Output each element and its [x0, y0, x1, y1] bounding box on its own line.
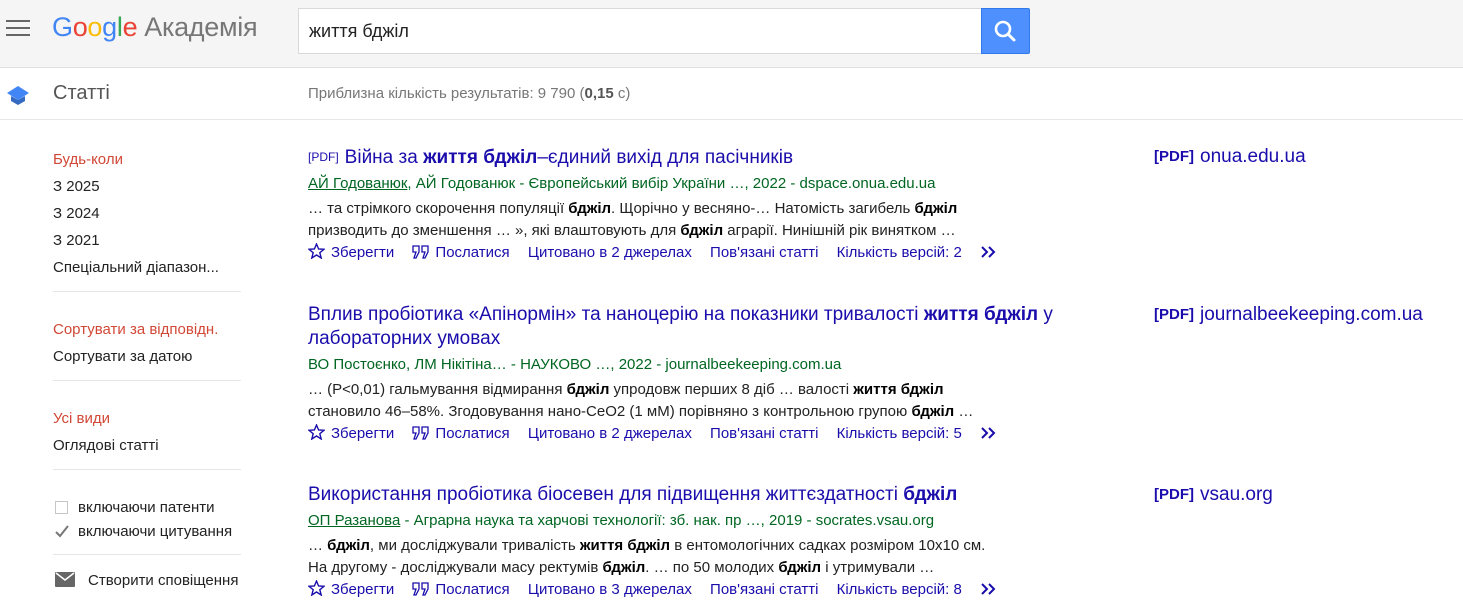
menu-icon[interactable]	[6, 20, 30, 38]
include-patents-checkbox[interactable]: включаючи патенти	[53, 498, 241, 518]
include-citations-label: включаючи цитування	[78, 523, 233, 540]
result-actions: Зберегти Послатися Цитовано в 2 джерелах…	[307, 242, 1053, 263]
search-result: [PDF] Війна за життя бджіл–єдиний вихід д…	[307, 145, 1053, 263]
pdf-tag: [PDF]	[308, 150, 339, 164]
related-articles-link[interactable]: Пов'язані статті	[710, 244, 818, 261]
result-snippet: … бджіл, ми досліджували тривалість житт…	[308, 537, 986, 576]
logo-subtitle: Академія	[144, 12, 258, 42]
related-articles-link[interactable]: Пов'язані статті	[710, 425, 818, 442]
sort-group: Сортувати за відповідн. Сортувати за дат…	[53, 292, 241, 381]
checkbox-unchecked[interactable]	[55, 501, 68, 514]
result-snippet: … та стрімкого скорочення популяції бджі…	[308, 200, 958, 239]
pdf-link[interactable]: [PDF] vsau.org	[1154, 484, 1273, 506]
result-actions: Зберегти Послатися Цитовано в 2 джерелах…	[307, 423, 1053, 444]
related-articles-link[interactable]: Пов'язані статті	[710, 581, 818, 598]
cited-by-link[interactable]: Цитовано в 2 джерелах	[528, 244, 692, 261]
cite-button[interactable]: Послатися	[412, 581, 510, 598]
checkmark-icon[interactable]	[54, 524, 70, 539]
articles-icon	[7, 86, 29, 105]
quote-icon	[412, 582, 430, 596]
filter-since-2025[interactable]: З 2025	[53, 173, 241, 200]
save-button[interactable]: Зберегти	[307, 579, 394, 598]
sort-by-date[interactable]: Сортувати за датою	[53, 343, 241, 370]
include-citations-checkbox[interactable]: включаючи цитування	[53, 522, 241, 542]
result-title[interactable]: Вплив пробіотика «Апінормін» та наноцері…	[308, 303, 1053, 351]
star-icon	[307, 579, 326, 597]
more-options-icon[interactable]	[980, 426, 999, 440]
result-meta: АЙ Годованюк, АЙ Годованюк - Європейськи…	[308, 175, 936, 192]
filter-custom-range[interactable]: Спеціальний діапазон...	[53, 254, 241, 281]
create-alert-label: Створити сповіщення	[88, 572, 239, 589]
create-alert-button[interactable]: Створити сповіщення	[53, 571, 241, 591]
quote-icon	[412, 426, 430, 440]
type-filter-group: Усі види Оглядові статті	[53, 381, 241, 470]
time-filter-group: Будь-коли З 2025 З 2024 З 2021 Спеціальн…	[53, 120, 241, 292]
envelope-icon	[55, 572, 75, 587]
filter-review-articles[interactable]: Оглядові статті	[53, 432, 241, 459]
result-title[interactable]: Використання пробіотика біосевен для під…	[308, 483, 1053, 507]
results-count: Приблизна кількість результатів: 9 790 (…	[308, 85, 631, 102]
quote-icon	[412, 245, 430, 259]
author-link[interactable]: АЙ Годованюк	[308, 175, 407, 192]
versions-link[interactable]: Кількість версій: 8	[837, 581, 962, 598]
filter-all-types[interactable]: Усі види	[53, 405, 241, 432]
result-snippet: … (P<0,01) гальмування відмирання бджіл …	[308, 381, 974, 420]
section-title: Статті	[53, 82, 110, 104]
pdf-link[interactable]: [PDF] journalbeekeeping.com.ua	[1154, 304, 1423, 326]
more-options-icon[interactable]	[980, 582, 999, 596]
versions-link[interactable]: Кількість версій: 2	[837, 244, 962, 261]
search-input[interactable]	[299, 9, 979, 53]
filter-since-2024[interactable]: З 2024	[53, 200, 241, 227]
filter-any-time[interactable]: Будь-коли	[53, 146, 241, 173]
search-result: Вплив пробіотика «Апінормін» та наноцері…	[307, 303, 1053, 444]
sort-by-relevance[interactable]: Сортувати за відповідн.	[53, 316, 241, 343]
include-patents-label: включаючи патенти	[78, 499, 215, 516]
result-title[interactable]: [PDF] Війна за життя бджіл–єдиний вихід д…	[308, 145, 1053, 170]
more-options-icon[interactable]	[980, 245, 999, 259]
result-meta: ВО Постоєнко, ЛМ Нікітіна… - НАУКОВО …, …	[308, 356, 842, 373]
star-icon	[307, 423, 326, 441]
search-icon	[994, 20, 1016, 42]
scholar-logo[interactable]: Google Академія	[52, 12, 258, 43]
search-button[interactable]	[981, 8, 1030, 54]
result-meta: ОП Разанова - Аграрна наука та харчові т…	[308, 512, 935, 529]
pdf-link[interactable]: [PDF] onua.edu.ua	[1154, 146, 1306, 168]
cited-by-link[interactable]: Цитовано в 3 джерелах	[528, 581, 692, 598]
search-result: Використання пробіотика біосевен для під…	[307, 483, 1053, 600]
include-group: включаючи патенти включаючи цитування	[53, 470, 241, 555]
save-button[interactable]: Зберегти	[307, 242, 394, 261]
cite-button[interactable]: Послатися	[412, 244, 510, 261]
cite-button[interactable]: Послатися	[412, 425, 510, 442]
cited-by-link[interactable]: Цитовано в 2 джерелах	[528, 425, 692, 442]
result-actions: Зберегти Послатися Цитовано в 3 джерелах…	[307, 579, 1053, 600]
author-link[interactable]: ОП Разанова	[308, 512, 400, 529]
filters-sidebar: Будь-коли З 2025 З 2024 З 2021 Спеціальн…	[53, 120, 241, 591]
filter-since-2021[interactable]: З 2021	[53, 227, 241, 254]
top-bar: Google Академія	[0, 0, 1463, 68]
star-icon	[307, 242, 326, 260]
logo-google: Google	[52, 12, 138, 42]
save-button[interactable]: Зберегти	[307, 423, 394, 442]
results-header: Статті Приблизна кількість результатів: …	[0, 68, 1463, 120]
versions-link[interactable]: Кількість версій: 5	[837, 425, 962, 442]
search-box	[298, 8, 982, 54]
